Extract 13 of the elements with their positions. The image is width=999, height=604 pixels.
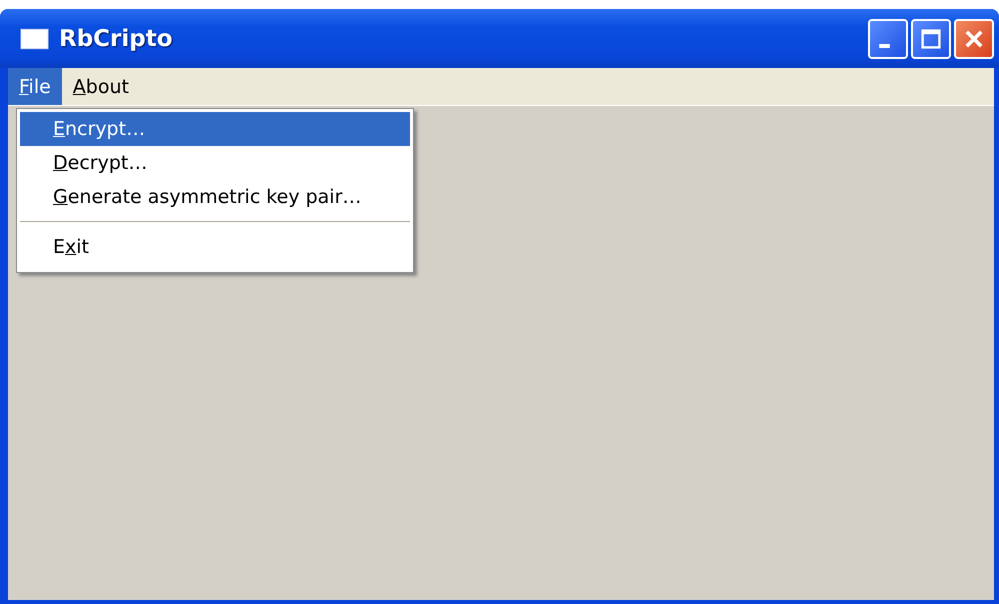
menu-item[interactable]: About (62, 68, 140, 105)
menu-item[interactable]: File (8, 68, 62, 105)
menu-entry[interactable]: Generate asymmetric key pair… (20, 180, 410, 214)
window-icon (20, 28, 49, 50)
minimize-icon (878, 44, 890, 48)
maximize-icon (919, 26, 943, 50)
menu-entry[interactable]: Encrypt… (20, 112, 410, 146)
menu-entry[interactable]: Decrypt… (20, 146, 410, 180)
menu-entry[interactable]: Exit (20, 230, 410, 264)
maximize-button[interactable] (911, 18, 951, 58)
window-title: RbCripto (59, 26, 173, 52)
minimize-button[interactable] (868, 18, 908, 58)
close-button[interactable] (954, 18, 994, 58)
